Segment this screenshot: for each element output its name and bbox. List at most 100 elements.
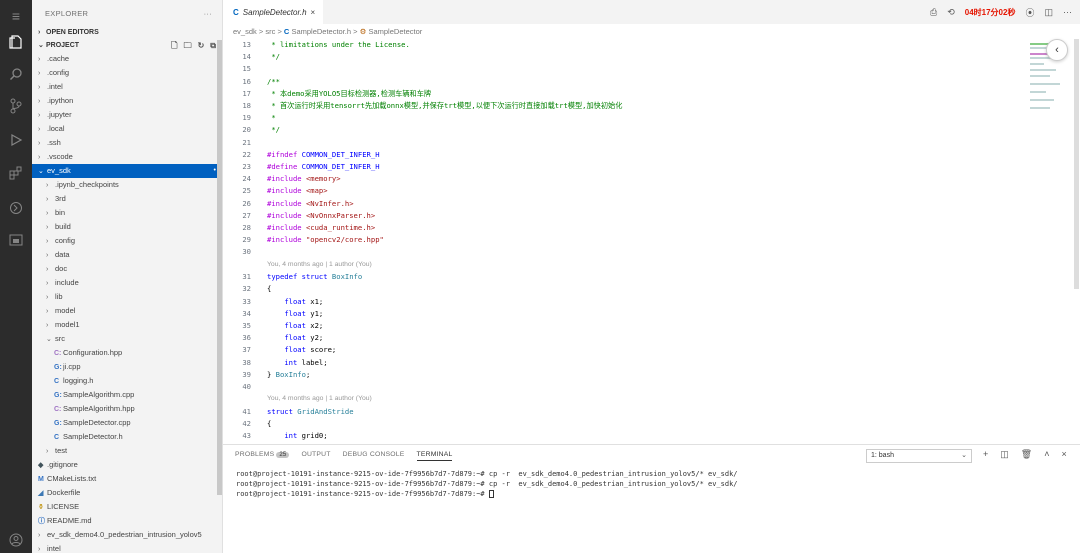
chevron-up-icon[interactable]: ˄	[1044, 449, 1049, 460]
tree-file[interactable]: Clogging.h	[32, 374, 222, 388]
tree-file[interactable]: G:SampleAlgorithm.cpp	[32, 388, 222, 402]
tab-output[interactable]: OUTPUT	[301, 451, 330, 461]
tree-folder[interactable]: ⌄ ev_sdk •	[32, 164, 222, 178]
tree-item-label: SampleAlgorithm.cpp	[63, 390, 135, 399]
code-line: 41 struct GridAndStride	[223, 406, 1023, 418]
tab-problems[interactable]: PROBLEMS 25	[235, 451, 290, 461]
tree-file[interactable]: M CMakeLists.txt	[32, 472, 222, 486]
tree-folder[interactable]: › config	[32, 234, 222, 248]
code-line: 29 #include "opencv2/core.hpp"	[223, 234, 1023, 246]
line-number: 43	[242, 431, 251, 440]
more-icon[interactable]: ···	[1063, 7, 1072, 17]
terminal-line: root@project-10191-instance-9215-ov-ide-…	[236, 479, 738, 489]
tree-folder[interactable]: › .intel	[32, 80, 222, 94]
tree-folder[interactable]: › model	[32, 304, 222, 318]
code-editor[interactable]: 13 * limitations under the License. 14 */…	[223, 39, 1025, 444]
tab-terminal[interactable]: TERMINAL	[416, 451, 453, 461]
terminal-shell-select[interactable]: 1: bash ⌄	[866, 449, 972, 463]
tree-item-label: .local	[47, 124, 65, 133]
remote-icon[interactable]	[6, 198, 26, 218]
split-terminal-icon[interactable]: ◫	[1000, 449, 1009, 460]
tree-file[interactable]: ⚱ LICENSE	[32, 500, 222, 514]
tree-folder[interactable]: › intel	[32, 542, 222, 553]
search-icon[interactable]	[6, 64, 26, 84]
account-icon[interactable]	[6, 530, 26, 550]
tree-file[interactable]: ⓘ README.md	[32, 514, 222, 528]
file-type-icon: ◢	[38, 490, 44, 497]
tree-file[interactable]: C SampleDetector.h	[32, 430, 222, 444]
tree-folder[interactable]: › .jupyter	[32, 108, 222, 122]
tree-folder[interactable]: › lib	[32, 290, 222, 304]
compare-icon[interactable]: ⎙	[930, 7, 937, 18]
codelens-blame[interactable]: You, 4 months ago | 1 author (You)	[267, 259, 372, 271]
breadcrumb-file[interactable]: SampleDetector.h	[291, 27, 351, 36]
tree-folder[interactable]: › .config	[32, 66, 222, 80]
code-text: #include <map>	[267, 186, 328, 196]
terminal-line-text: root@project-10191-instance-9215-ov-ide-…	[236, 480, 738, 488]
panel-tab-label: OUTPUT	[301, 451, 331, 458]
code-text: } BoxInfo;	[267, 369, 311, 379]
close-icon[interactable]: ×	[311, 8, 316, 17]
panel-icon[interactable]	[6, 230, 26, 250]
tree-folder[interactable]: › .vscode	[32, 150, 222, 164]
menu-icon[interactable]: ≡	[6, 6, 26, 26]
tree-folder[interactable]: › data	[32, 248, 222, 262]
tree-folder[interactable]: › bin	[32, 206, 222, 220]
new-file-icon[interactable]: 🗋	[171, 39, 177, 52]
open-editors-section[interactable]: › OPEN EDITORS	[32, 26, 222, 39]
breadcrumb-ev-sdk[interactable]: ev_sdk	[233, 27, 257, 36]
terminal-output[interactable]: root@project-10191-instance-9215-ov-ide-…	[236, 469, 738, 499]
breadcrumb-src[interactable]: src	[265, 27, 275, 36]
new-terminal-icon[interactable]: +	[983, 449, 988, 460]
tree-folder[interactable]: › include	[32, 276, 222, 290]
code-line: 17 * 本demo采用YOLO5目标检测器,检测车辆和车牌	[223, 88, 1023, 100]
code-line: 38 int label;	[223, 357, 1023, 369]
extensions-icon[interactable]	[6, 163, 26, 183]
more-actions-icon[interactable]: ···	[204, 0, 212, 28]
files-icon[interactable]	[6, 32, 26, 52]
new-folder-icon[interactable]: 🗀	[184, 39, 192, 52]
tree-folder[interactable]: › 3rd	[32, 192, 222, 206]
editor-scrollbar[interactable]	[1074, 39, 1079, 289]
tree-folder[interactable]: ⌄ src	[32, 332, 222, 346]
tree-file[interactable]: ◆ .gitignore	[32, 458, 222, 472]
trash-icon[interactable]: 🗑	[1021, 449, 1032, 460]
line-number: 19	[242, 113, 251, 123]
chevron-right-icon: ›	[38, 154, 41, 161]
tree-folder[interactable]: › .ssh	[32, 136, 222, 150]
tree-folder[interactable]: › .cache	[32, 52, 222, 66]
project-section[interactable]: ⌄ PROJECT 🗋 🗀 ↻ ⧉	[32, 39, 222, 52]
tree-file[interactable]: G:ji.cpp	[32, 360, 222, 374]
refresh-icon[interactable]: ↻	[198, 39, 205, 52]
sidebar-scrollbar[interactable]	[217, 40, 222, 495]
split-editor-icon[interactable]: ◫	[1044, 7, 1053, 18]
tree-folder[interactable]: › model1	[32, 318, 222, 332]
collapse-all-icon[interactable]: ⧉	[210, 39, 216, 52]
tree-file[interactable]: ◢ Dockerfile	[32, 486, 222, 500]
tree-item-label: bin	[55, 208, 66, 217]
collapse-chevron-icon[interactable]: ‹	[1046, 39, 1068, 61]
code-text: * 本demo采用YOLO5目标检测器,检测车辆和车牌	[267, 88, 432, 98]
struct-icon: ⚙	[359, 27, 367, 36]
run-debug-icon[interactable]	[6, 130, 26, 150]
tree-folder[interactable]: › build	[32, 220, 222, 234]
chevron-right-icon: ›	[46, 196, 49, 203]
codelens-blame[interactable]: You, 4 months ago | 1 author (You)	[267, 393, 372, 405]
tree-folder[interactable]: › doc	[32, 262, 222, 276]
tree-file[interactable]: C: SampleAlgorithm.hpp	[32, 402, 222, 416]
tree-file[interactable]: G:SampleDetector.cpp	[32, 416, 222, 430]
tab-sampledetector-h[interactable]: C SampleDetector.h ×	[223, 0, 323, 24]
tab-debug-console[interactable]: DEBUG CONSOLE	[343, 451, 405, 461]
tree-folder[interactable]: › .ipython	[32, 94, 222, 108]
record-icon[interactable]: ⦿	[1025, 6, 1034, 19]
close-panel-icon[interactable]: ×	[1061, 449, 1066, 460]
tree-file[interactable]: C: Configuration.hpp	[32, 346, 222, 360]
tree-folder[interactable]: › .local	[32, 122, 222, 136]
tree-folder[interactable]: › test	[32, 444, 222, 458]
open-changes-icon[interactable]: ⟲	[947, 7, 955, 18]
tree-folder[interactable]: › ev_sdk_demo4.0_pedestrian_intrusion_yol…	[32, 528, 222, 542]
bottom-panel: PROBLEMS 25 OUTPUT DEBUG CONSOLE TERMINAL 1:…	[223, 444, 1080, 553]
tree-folder[interactable]: › .ipynb_checkpoints	[32, 178, 222, 192]
breadcrumb-symbol[interactable]: SampleDetector	[368, 27, 422, 36]
source-control-icon[interactable]	[6, 96, 26, 116]
